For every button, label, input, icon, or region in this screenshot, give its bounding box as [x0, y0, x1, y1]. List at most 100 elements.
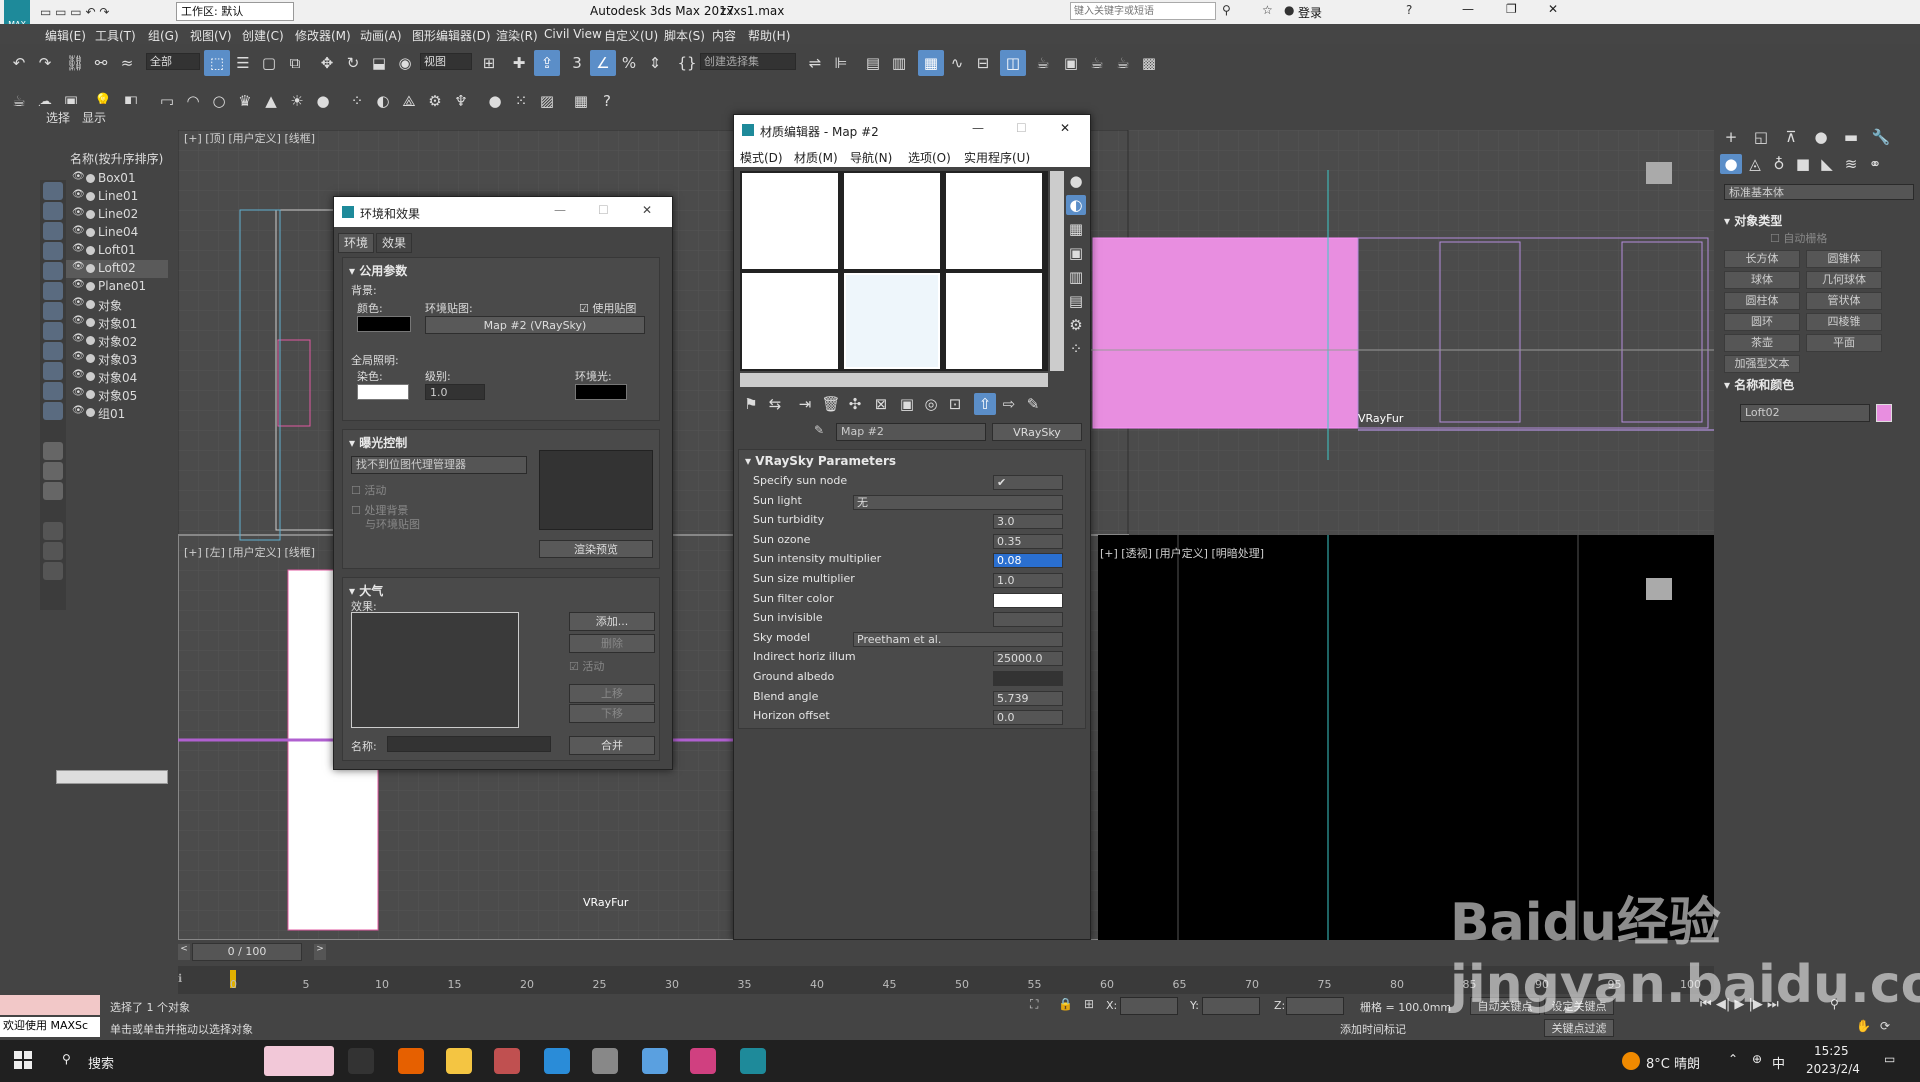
windows-start-icon[interactable]: [14, 1051, 32, 1069]
helpers-icon[interactable]: ◣: [1816, 154, 1838, 174]
filter-groups-icon[interactable]: [43, 302, 63, 320]
common-params-header[interactable]: ▾ 公用参数: [349, 262, 407, 279]
viewport-camera-label[interactable]: [+] [透视] [用户定义] [明暗处理]: [1100, 545, 1264, 561]
param-value[interactable]: 0.0: [993, 710, 1063, 726]
select-by-name-icon[interactable]: ☰: [230, 50, 256, 76]
y-coord-field[interactable]: [1202, 997, 1260, 1015]
clock-date[interactable]: 2023/2/4: [1806, 1062, 1860, 1076]
render-preview-button[interactable]: 渲染预览: [539, 540, 653, 558]
tab-environment[interactable]: 环境: [338, 233, 374, 253]
go-forward-icon[interactable]: ⇨: [998, 393, 1020, 415]
name-color-header[interactable]: ▾ 名称和颜色: [1724, 376, 1794, 393]
visibility-eye-icon[interactable]: 👁: [72, 369, 85, 380]
sample-scrollbar[interactable]: [1050, 171, 1064, 371]
scene-list-item[interactable]: 👁 对象02: [66, 332, 168, 350]
shapes-icon[interactable]: ◬: [1744, 154, 1766, 174]
move-up-button[interactable]: 上移: [569, 684, 655, 703]
scene-explorer-icon[interactable]: ▦: [918, 50, 944, 76]
select-manipulate-icon[interactable]: ✚: [506, 50, 532, 76]
visibility-eye-icon[interactable]: 👁: [72, 225, 85, 236]
object-type-button[interactable]: 圆环: [1724, 313, 1800, 331]
vray-fur-icon[interactable]: ♆: [448, 88, 474, 114]
scene-list-item[interactable]: 👁 对象05: [66, 386, 168, 404]
weather-icon[interactable]: [1622, 1052, 1640, 1070]
vray-sphere-icon[interactable]: ⚙: [422, 88, 448, 114]
app-icon-3[interactable]: [642, 1048, 668, 1074]
material-editor-icon[interactable]: ◫: [1000, 50, 1026, 76]
filter-icon[interactable]: [43, 542, 63, 560]
rect-selection-icon[interactable]: ▢: [256, 50, 282, 76]
mat-picker-icon[interactable]: ✎: [1022, 393, 1044, 415]
sample-slot-1[interactable]: [742, 173, 838, 269]
object-type-button[interactable]: 茶壶: [1724, 334, 1800, 352]
map-name-field[interactable]: Map #2: [836, 423, 986, 441]
scene-list-item[interactable]: 👁 对象01: [66, 314, 168, 332]
scene-list-item[interactable]: 👁 Plane01: [66, 278, 168, 296]
move-down-button[interactable]: 下移: [569, 704, 655, 723]
merge-button[interactable]: 合并: [569, 736, 655, 755]
viewcube-icon[interactable]: [1646, 162, 1672, 184]
env-title-bar[interactable]: 环境和效果 — ☐ ✕: [334, 197, 672, 227]
align-icon[interactable]: ⊫: [828, 50, 854, 76]
menu-rendering[interactable]: 渲染(R): [496, 27, 538, 44]
tray-chevron-icon[interactable]: ⌃: [1728, 1052, 1738, 1066]
effect-name-field[interactable]: [387, 736, 551, 752]
param-value[interactable]: 0.35: [993, 533, 1063, 549]
backlight-icon[interactable]: ◐: [1066, 195, 1086, 215]
param-value[interactable]: Preetham et al.: [853, 631, 1063, 647]
delete-effect-button[interactable]: 删除: [569, 634, 655, 653]
options-icon[interactable]: ⚙: [1066, 315, 1086, 335]
param-value[interactable]: 无: [853, 494, 1063, 510]
assign-material-icon[interactable]: ⇥: [794, 393, 816, 415]
restore-icon[interactable]: ❐: [1506, 2, 1517, 16]
sample-type-icon[interactable]: ●: [1066, 171, 1086, 191]
add-effect-button[interactable]: 添加...: [569, 612, 655, 631]
visibility-eye-icon[interactable]: 👁: [72, 189, 85, 200]
sample-slot-4[interactable]: [742, 273, 838, 369]
menu-tools[interactable]: 工具(T): [95, 27, 136, 44]
level-spinner[interactable]: 1.0: [425, 384, 485, 400]
vraysky-header[interactable]: ▾ VRaySky Parameters: [745, 454, 896, 468]
tint-color-swatch[interactable]: [357, 384, 409, 400]
app-icon-1[interactable]: [494, 1048, 520, 1074]
absolute-mode-icon[interactable]: ⊞: [1084, 997, 1094, 1011]
time-slider-next[interactable]: >: [314, 944, 326, 960]
search-icon[interactable]: ⚲: [1222, 3, 1231, 17]
taskbar-search-icon[interactable]: ⚲: [62, 1052, 71, 1066]
star-icon[interactable]: ☆: [1262, 3, 1273, 17]
env-close-icon[interactable]: ✕: [642, 203, 652, 217]
converter-icon[interactable]: ▨: [534, 88, 560, 114]
put-to-library-icon[interactable]: ⊠: [870, 393, 892, 415]
sky-icon[interactable]: ●: [310, 88, 336, 114]
menu-edit[interactable]: 编辑(E): [45, 27, 86, 44]
mat-minimize-icon[interactable]: —: [972, 121, 984, 135]
pivot-icon[interactable]: ⊞: [476, 50, 502, 76]
display-tab-icon[interactable]: ▬: [1838, 124, 1864, 150]
mat-menu-mode[interactable]: 模式(D): [740, 149, 783, 166]
reset-map-icon[interactable]: 🗑: [820, 393, 842, 415]
filter-helpers-icon[interactable]: [43, 262, 63, 280]
sample-slot-6[interactable]: [946, 273, 1042, 369]
filter-bones-icon[interactable]: [43, 342, 63, 360]
vray-plane-icon[interactable]: ⟁: [396, 88, 422, 114]
env-minimize-icon[interactable]: —: [554, 203, 566, 217]
viewport-left-label[interactable]: [+] [左] [用户定义] [线框]: [184, 544, 315, 560]
visibility-eye-icon[interactable]: 👁: [72, 207, 85, 218]
place-icon[interactable]: ◉: [392, 50, 418, 76]
weather-text[interactable]: 8°C 晴朗: [1646, 1053, 1700, 1072]
filter-lights-icon[interactable]: [43, 222, 63, 240]
scale-icon[interactable]: ⬓: [366, 50, 392, 76]
network-icon[interactable]: ⊕: [1752, 1052, 1762, 1066]
menu-create[interactable]: 创建(C): [242, 27, 284, 44]
param-value[interactable]: [993, 612, 1063, 628]
filter-cameras-icon[interactable]: [43, 242, 63, 260]
visibility-eye-icon[interactable]: 👁: [72, 297, 85, 308]
help-icon[interactable]: ?: [1406, 3, 1412, 17]
select-by-material-icon[interactable]: ⁘: [1066, 339, 1086, 359]
menu-modifiers[interactable]: 修改器(M): [295, 27, 351, 44]
schematic-view-icon[interactable]: ⊟: [970, 50, 996, 76]
teapot-icon[interactable]: ☕: [6, 88, 32, 114]
maxscript-mini-listener[interactable]: 欢迎使用 MAXSc: [0, 1017, 100, 1037]
layer-explorer-icon[interactable]: ▤: [860, 50, 886, 76]
background-icon[interactable]: ▦: [1066, 219, 1086, 239]
